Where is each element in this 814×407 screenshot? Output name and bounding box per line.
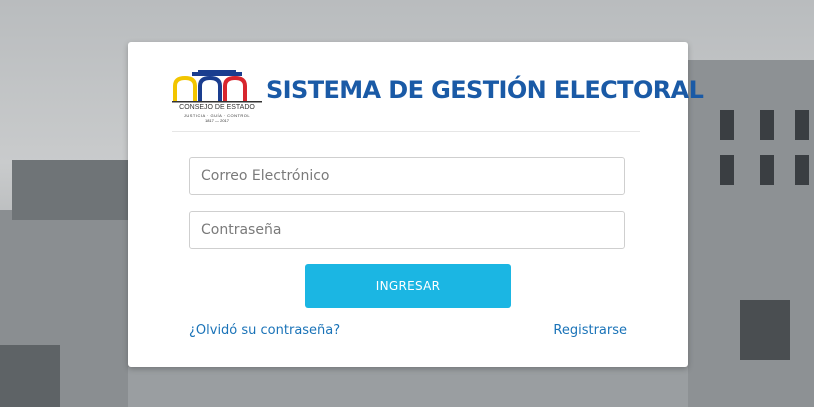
- building-roof: [0, 345, 60, 407]
- login-card: CONSEJO DE ESTADO JUSTICIA · GUÍA · CONT…: [128, 42, 704, 367]
- building-tower: [12, 160, 130, 220]
- email-field[interactable]: [189, 157, 625, 195]
- logo-name: CONSEJO DE ESTADO: [179, 104, 255, 111]
- header-divider: [172, 131, 640, 132]
- window: [795, 110, 809, 140]
- logo-arches-icon: [172, 70, 262, 103]
- logo-years: 1817 — 2017: [204, 118, 230, 123]
- building-base: [128, 367, 688, 407]
- window: [720, 110, 734, 140]
- page-title: SISTEMA DE GESTIÓN ELECTORAL: [266, 76, 704, 104]
- window: [740, 300, 790, 360]
- window: [720, 155, 734, 185]
- password-field[interactable]: [189, 211, 625, 249]
- forgot-password-link[interactable]: ¿Olvidó su contraseña?: [189, 323, 340, 338]
- window: [760, 155, 774, 185]
- window: [760, 110, 774, 140]
- register-link[interactable]: Registrarse: [553, 323, 627, 338]
- window: [795, 155, 809, 185]
- login-button[interactable]: INGRESAR: [305, 264, 511, 308]
- consejo-de-estado-logo: CONSEJO DE ESTADO JUSTICIA · GUÍA · CONT…: [172, 70, 262, 123]
